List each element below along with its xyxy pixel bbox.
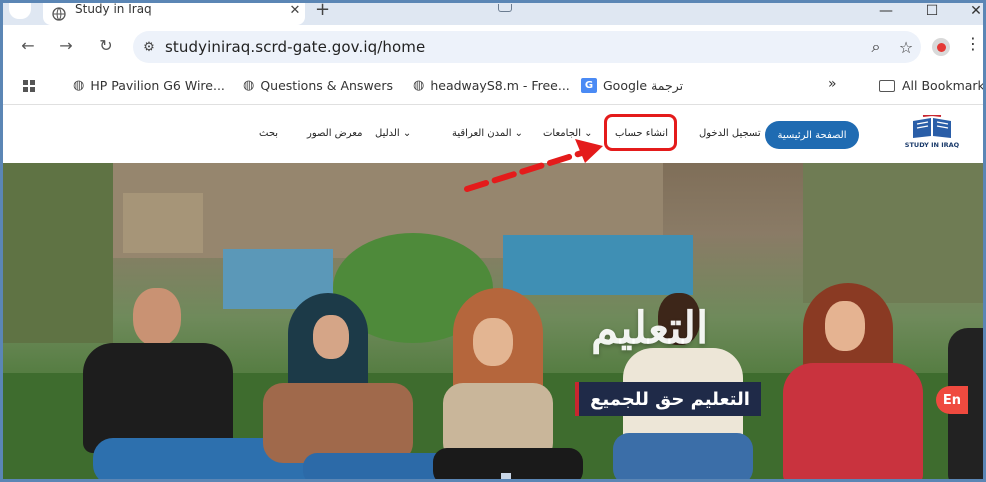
hero-slogan-banner: التعليم حق للجميع bbox=[575, 382, 761, 416]
bookmark-item[interactable]: ◍ headwayS8.m - Free... bbox=[413, 78, 570, 93]
globe-icon: ◍ bbox=[413, 78, 425, 93]
tab-search-icon[interactable] bbox=[498, 4, 512, 12]
all-bookmarks-button[interactable]: All Bookmarks bbox=[879, 78, 986, 93]
bookmark-star-icon[interactable]: ☆ bbox=[891, 38, 921, 57]
bookmarks-overflow-button[interactable]: » bbox=[828, 76, 837, 92]
nav-guide[interactable]: ⌄ الدليل bbox=[375, 128, 411, 139]
scroll-indicator[interactable] bbox=[501, 473, 511, 479]
close-icon[interactable]: ✕ bbox=[285, 3, 305, 18]
bookmark-item[interactable]: ◍ HP Pavilion G6 Wire... bbox=[73, 78, 225, 93]
reload-icon[interactable]: ↻ bbox=[95, 36, 117, 55]
nav-iraqi-cities[interactable]: ⌄ المدن العراقية bbox=[452, 128, 523, 139]
url-text[interactable]: studyiniraq.scrd-gate.gov.iq/home bbox=[165, 38, 861, 56]
browser-toolbar: ← → ↻ ⚙ studyiniraq.scrd-gate.gov.iq/hom… bbox=[3, 25, 983, 69]
nav-search[interactable]: بحث bbox=[259, 128, 278, 139]
bookmarks-bar: ◍ HP Pavilion G6 Wire... ◍ Questions & A… bbox=[3, 69, 983, 105]
window-close-button[interactable]: ✕ bbox=[961, 3, 983, 19]
student-figure bbox=[83, 288, 313, 479]
tab-search-stub[interactable] bbox=[9, 3, 31, 19]
home-button[interactable]: الصفحة الرئيسية bbox=[765, 121, 859, 149]
bookmark-item[interactable]: ◍ Questions & Answers bbox=[243, 78, 393, 93]
site-logo[interactable]: STUDY IN IRAQ bbox=[901, 115, 963, 155]
minimize-button[interactable]: — bbox=[871, 3, 901, 19]
browser-tab[interactable]: Study in Iraq ✕ bbox=[43, 3, 305, 25]
book-logo-icon bbox=[913, 115, 951, 138]
hero-bench bbox=[503, 235, 693, 295]
screenshot-frame: Study in Iraq ✕ + — ☐ ✕ ← → ↻ ⚙ studyini… bbox=[0, 0, 986, 482]
back-arrow-icon[interactable]: ← bbox=[17, 36, 39, 55]
language-switch-button[interactable]: En bbox=[936, 386, 968, 414]
nav-gallery[interactable]: معرض الصور bbox=[307, 128, 362, 139]
hero-title: التعليم bbox=[591, 303, 709, 354]
bookmark-label: HP Pavilion G6 Wire... bbox=[90, 78, 225, 93]
menu-kebab-icon[interactable]: ⋮ bbox=[965, 34, 981, 53]
home-button-label: الصفحة الرئيسية bbox=[777, 129, 847, 141]
create-account-highlight bbox=[604, 114, 677, 151]
maximize-button[interactable]: ☐ bbox=[917, 3, 947, 19]
apps-grid-icon[interactable] bbox=[23, 80, 35, 92]
site-info-icon[interactable]: ⚙ bbox=[133, 40, 165, 55]
student-figure bbox=[783, 283, 943, 479]
hero-trees bbox=[803, 163, 983, 303]
student-figure bbox=[433, 288, 583, 479]
logo-text: STUDY IN IRAQ bbox=[904, 141, 960, 149]
folder-icon bbox=[879, 79, 895, 92]
chevron-down-icon: ⌄ bbox=[399, 128, 412, 139]
hero-section bbox=[3, 163, 983, 479]
nav-universities[interactable]: ⌄ الجامعات bbox=[543, 128, 593, 139]
nav-login[interactable]: تسجيل الدخول bbox=[699, 128, 761, 139]
bookmark-label: Google ترجمة bbox=[603, 78, 684, 93]
nav-guide-label: الدليل bbox=[375, 128, 400, 139]
tab-strip: Study in Iraq ✕ + — ☐ ✕ bbox=[3, 3, 983, 25]
globe-icon: ◍ bbox=[73, 78, 85, 93]
nav-cities-label: المدن العراقية bbox=[452, 128, 512, 139]
extension-icon[interactable] bbox=[932, 38, 950, 56]
hero-window bbox=[123, 193, 203, 253]
new-tab-button[interactable]: + bbox=[315, 3, 330, 20]
bookmark-item[interactable]: G Google ترجمة bbox=[581, 78, 683, 93]
forward-arrow-icon[interactable]: → bbox=[55, 36, 77, 55]
google-translate-icon: G bbox=[581, 78, 597, 93]
chevron-down-icon: ⌄ bbox=[580, 128, 593, 139]
chevron-down-icon: ⌄ bbox=[511, 128, 524, 139]
bookmark-label: All Bookmarks bbox=[902, 78, 986, 93]
globe-icon: ◍ bbox=[243, 78, 255, 93]
globe-icon bbox=[51, 7, 67, 21]
bookmark-label: Questions & Answers bbox=[260, 78, 394, 93]
hero-slogan: التعليم حق للجميع bbox=[590, 388, 750, 410]
zoom-icon[interactable]: ⌕ bbox=[861, 37, 891, 57]
address-bar[interactable]: ⚙ studyiniraq.scrd-gate.gov.iq/home ⌕ ☆ bbox=[133, 31, 921, 63]
nav-universities-label: الجامعات bbox=[543, 128, 581, 139]
student-figure bbox=[263, 293, 483, 479]
tab-title: Study in Iraq bbox=[75, 2, 152, 16]
bookmark-label: headwayS8.m - Free... bbox=[430, 78, 570, 93]
